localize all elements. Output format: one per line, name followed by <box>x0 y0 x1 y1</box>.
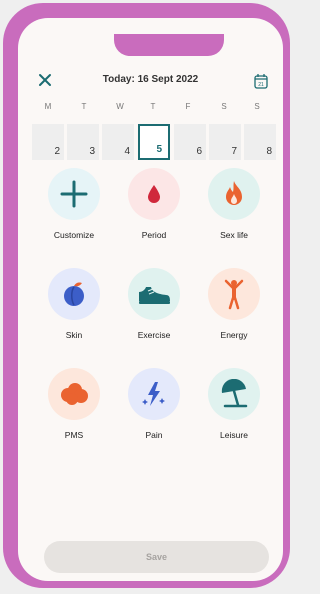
peach-icon <box>64 282 84 306</box>
category-circle <box>128 268 180 320</box>
category-label: Period <box>141 230 167 240</box>
date-cell[interactable]: 7 <box>209 124 241 160</box>
calendar-icon[interactable]: 21 <box>254 73 268 89</box>
category-exercise[interactable]: Exercise <box>124 268 184 340</box>
category-label: Exercise <box>137 330 171 340</box>
umbrella-icon <box>221 379 248 408</box>
weekday-label: T <box>81 102 87 111</box>
date-number: 4 <box>124 146 130 157</box>
lightning-icon <box>142 382 165 406</box>
weekday-label: T <box>150 102 156 111</box>
category-circle <box>128 168 180 220</box>
date-number: 2 <box>54 146 60 157</box>
header: Today: 16 Sept 2022 21 <box>18 70 283 92</box>
weekday-label: W <box>116 102 124 111</box>
category-label: Sex life <box>220 230 248 240</box>
category-label: Skin <box>65 330 83 340</box>
weekday-label: S <box>254 102 260 111</box>
date-cell[interactable]: 8 <box>244 124 276 160</box>
category-label: Customize <box>53 230 95 240</box>
phone-frame: Today: 16 Sept 2022 21 M T W T F S S 2 3… <box>3 3 290 588</box>
date-cell[interactable]: 2 <box>32 124 64 160</box>
category-label: PMS <box>64 430 84 440</box>
page-title: Today: 16 Sept 2022 <box>102 74 199 85</box>
date-cell-selected[interactable]: 5 <box>138 124 170 160</box>
date-number: 5 <box>156 144 162 155</box>
weekday-label: M <box>44 102 52 111</box>
plus-icon <box>60 180 88 208</box>
date-number: 6 <box>196 146 202 157</box>
save-button[interactable]: Save <box>44 541 269 573</box>
category-circle <box>48 268 100 320</box>
sneaker-icon <box>139 287 170 304</box>
phone-notch <box>114 34 224 56</box>
flame-icon <box>226 181 242 205</box>
date-cell[interactable]: 4 <box>102 124 134 160</box>
category-customize[interactable]: Customize <box>44 168 104 240</box>
category-circle <box>208 168 260 220</box>
date-cell[interactable]: 3 <box>67 124 99 160</box>
person-jumping-icon <box>224 279 244 310</box>
date-strip: 2 3 4 5 6 7 8 <box>18 124 283 160</box>
date-number: 8 <box>266 146 272 157</box>
category-pain[interactable]: Pain <box>124 368 184 440</box>
calendar-icon-day: 21 <box>258 82 264 88</box>
category-circle <box>208 268 260 320</box>
category-skin[interactable]: Skin <box>44 268 104 340</box>
category-circle <box>48 168 100 220</box>
app-screen: Today: 16 Sept 2022 21 M T W T F S S 2 3… <box>18 18 283 581</box>
category-period[interactable]: Period <box>124 168 184 240</box>
category-label: Energy <box>220 330 248 340</box>
category-pms[interactable]: PMS <box>44 368 104 440</box>
category-sex-life[interactable]: Sex life <box>204 168 264 240</box>
date-number: 3 <box>89 146 95 157</box>
category-circle <box>48 368 100 420</box>
date-cell[interactable]: 6 <box>174 124 206 160</box>
category-label: Pain <box>145 430 163 440</box>
category-energy[interactable]: Energy <box>204 268 264 340</box>
date-number: 7 <box>231 146 237 157</box>
cloud-icon <box>61 383 88 405</box>
weekday-label: S <box>221 102 227 111</box>
weekday-labels: M T W T F S S <box>18 102 283 114</box>
drop-icon <box>148 185 160 203</box>
weekday-label: F <box>185 102 191 111</box>
category-leisure[interactable]: Leisure <box>204 368 264 440</box>
category-circle <box>128 368 180 420</box>
category-circle <box>208 368 260 420</box>
category-label: Leisure <box>220 430 248 440</box>
